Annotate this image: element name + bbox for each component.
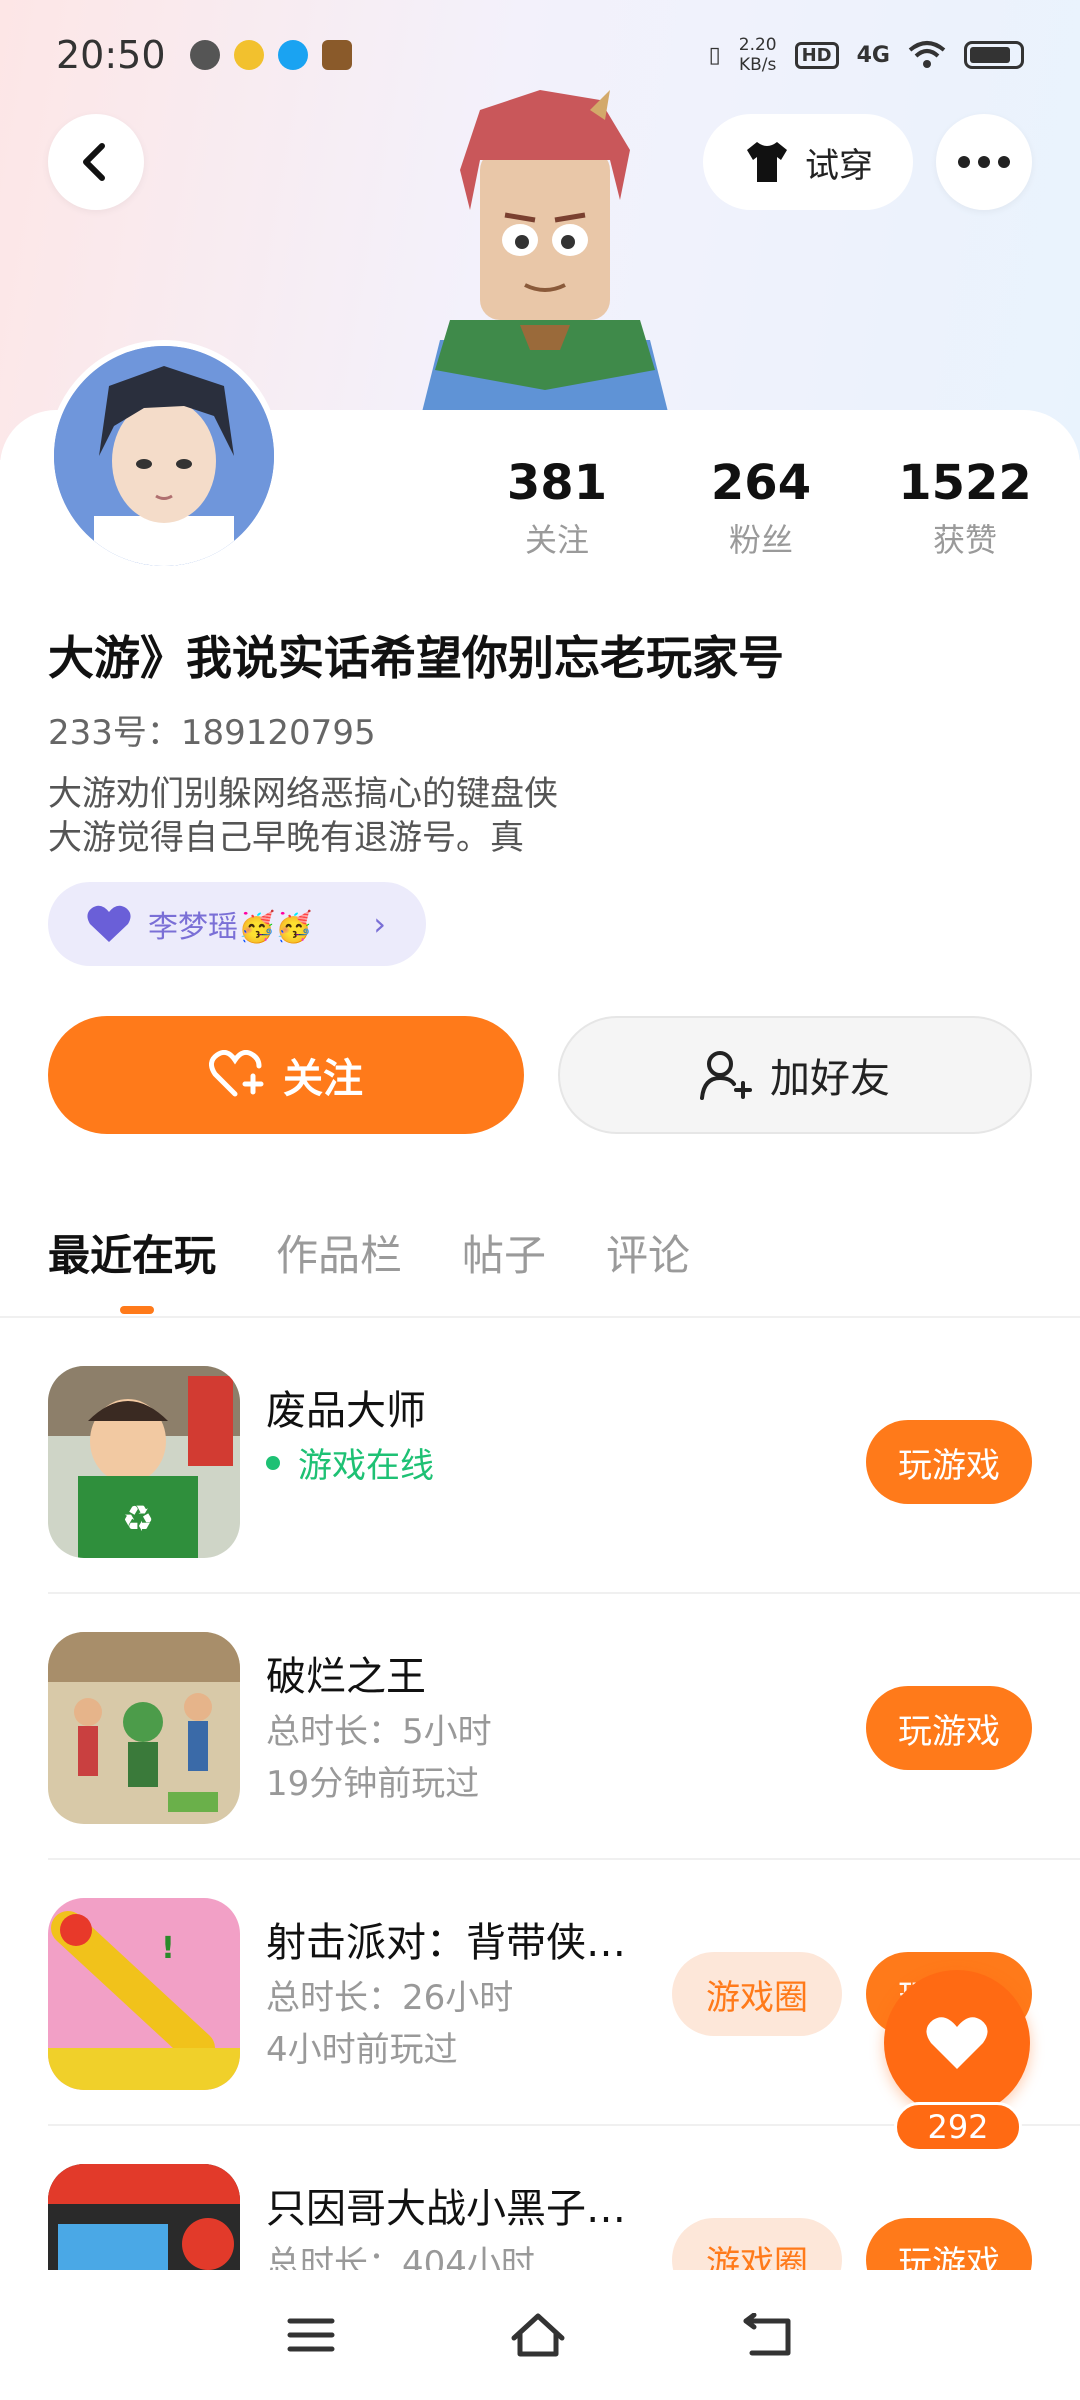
tab-recently-played[interactable]: 最近在玩 [48,1222,216,1283]
app-notification-icon [189,40,220,70]
follow-button[interactable]: 关注 [48,1016,524,1134]
game-title: 只因哥大战小黑子… [266,2186,626,2232]
back-nav-icon[interactable] [740,2313,794,2357]
game-title: 破烂之王 [266,1654,426,1700]
system-nav-bar [0,2270,1080,2400]
more-icon [958,156,1010,168]
row-divider [48,1592,1080,1594]
back-arrow-icon [83,143,105,181]
play-game-button[interactable]: 玩游戏 [866,1420,1032,1504]
row-divider [48,1858,1080,1860]
home-icon[interactable] [508,2310,568,2360]
profile-avatar[interactable] [48,340,280,572]
game-notification-icon [321,40,352,70]
svg-text:!: ! [161,1931,175,1966]
game-circle-button[interactable]: 游戏圈 [672,1952,842,2036]
network-type: 4G [856,42,890,68]
game-online-status: 游戏在线 [266,1438,434,1487]
notification-icons [189,40,352,70]
following-stat[interactable]: 381 关注 [457,455,657,561]
hd-icon: HD [794,41,839,69]
like-count-badge: 292 [894,2102,1022,2152]
add-friend-button[interactable]: 加好友 [558,1016,1032,1134]
heart-icon [926,2017,988,2069]
heart-icon [87,905,131,942]
online-dot-icon [266,1455,280,1470]
play-game-button[interactable]: 玩游戏 [866,1686,1032,1770]
battery-icon [964,41,1024,69]
game-last-played: 4小时前玩过 [266,2030,458,2070]
network-speed: 2.20 KB/s [738,35,777,75]
game-duration: 总时长：404小时 [266,2244,535,2270]
list-item[interactable]: 破烂之王 总时长：5小时 19分钟前玩过 玩游戏 [48,1604,1032,1834]
profile-name: 大游》我说实话希望你别忘老玩家号 [48,631,784,685]
chevron-right-icon: › [373,905,386,943]
followers-stat[interactable]: 264 粉丝 [661,455,861,561]
list-item[interactable]: ! 射击派对：背带侠… 总时长：26小时 4小时前玩过 游戏圈 玩游戏 [48,1870,1032,2100]
profile-bio: 大游劝们别躲网络恶搞心的键盘侠 大游觉得自己早晚有退游号。真 [48,774,558,858]
back-button[interactable] [48,114,144,210]
game-title: 废品大师 [266,1388,426,1434]
qq-notification-icon [277,40,308,70]
tab-works[interactable]: 作品栏 [276,1222,402,1283]
status-time: 20:50 [56,33,166,77]
likes-stat[interactable]: 1522 获赞 [865,455,1065,561]
game-icon [48,2164,240,2270]
relationship-tag-label: 李梦瑶🥳🥳 [148,910,313,945]
game-last-played: 19分钟前玩过 [266,1764,480,1804]
tab-posts[interactable]: 帖子 [462,1222,546,1283]
game-icon: ! [48,1898,240,2090]
game-title: 射击派对：背带侠… [266,1920,626,1966]
more-options-button[interactable] [936,114,1032,210]
relationship-tag[interactable]: 李梦瑶🥳🥳 › [48,882,426,966]
list-item[interactable]: 只因哥大战小黑子… 总时长：404小时 游戏圈 玩游戏 [48,2136,1032,2270]
profile-tabs: 最近在玩 作品栏 帖子 评论 [48,1222,690,1283]
anime-avatar-image [54,346,274,566]
app-notification-icon [233,40,264,70]
game-icon [48,1632,240,1824]
vibrate-icon: ▯ [708,42,721,68]
menu-icon[interactable] [286,2315,336,2355]
try-on-button[interactable]: 试穿 [703,114,913,210]
profile-uid: 233号：189120795 [48,713,376,753]
svg-text:♻: ♻ [122,1499,154,1540]
tab-indicator [120,1306,154,1314]
try-on-label: 试穿 [805,145,873,186]
wifi-icon [908,41,946,68]
game-duration: 总时长：5小时 [266,1712,492,1752]
tab-comments[interactable]: 评论 [606,1222,690,1283]
3d-character-avatar[interactable] [420,90,670,420]
heart-plus-icon [209,1050,264,1097]
play-game-button[interactable]: 玩游戏 [866,2218,1032,2270]
game-duration: 总时长：26小时 [266,1978,514,2018]
game-circle-button[interactable]: 游戏圈 [672,2218,842,2270]
tabs-divider [0,1316,1080,1318]
tshirt-icon [747,142,787,182]
game-icon: ♻ [48,1366,240,1558]
like-button[interactable] [884,1970,1030,2116]
add-user-icon [700,1051,752,1100]
list-item[interactable]: ♻ 废品大师 游戏在线 玩游戏 [48,1338,1032,1568]
